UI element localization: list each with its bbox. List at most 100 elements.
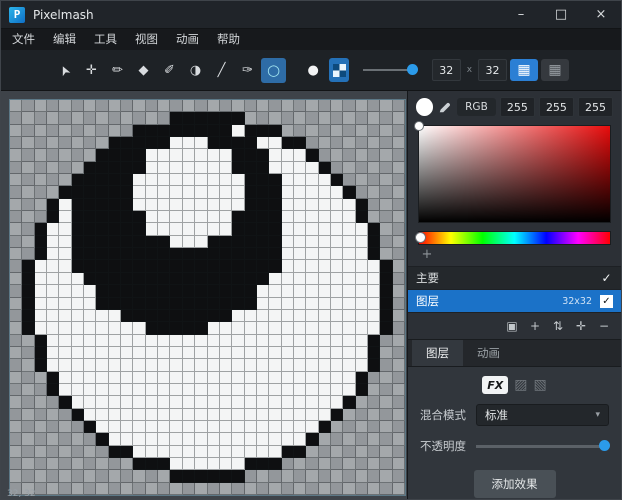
- pixel-cell[interactable]: [183, 186, 195, 198]
- pixel-cell[interactable]: [257, 211, 269, 223]
- pixel-cell[interactable]: [146, 186, 158, 198]
- pixel-cell[interactable]: [47, 199, 59, 211]
- pixel-cell[interactable]: [146, 433, 158, 445]
- pixel-cell[interactable]: [22, 470, 34, 482]
- pixel-cell[interactable]: [22, 100, 34, 112]
- pixel-cell[interactable]: [356, 372, 368, 384]
- pixel-cell[interactable]: [257, 248, 269, 260]
- pixel-cell[interactable]: [208, 137, 220, 149]
- pixel-cell[interactable]: [121, 236, 133, 248]
- pixel-cell[interactable]: [294, 236, 306, 248]
- pixel-cell[interactable]: [306, 446, 318, 458]
- pixel-cell[interactable]: [331, 100, 343, 112]
- pixel-cell[interactable]: [232, 149, 244, 161]
- pixel-cell[interactable]: [84, 483, 96, 495]
- menu-item-5[interactable]: 帮助: [208, 29, 249, 50]
- pixel-cell[interactable]: [35, 483, 47, 495]
- pixel-cell[interactable]: [306, 285, 318, 297]
- pixel-cell[interactable]: [319, 409, 331, 421]
- pixel-cell[interactable]: [232, 458, 244, 470]
- pixel-cell[interactable]: [72, 260, 84, 272]
- pixel-cell[interactable]: [35, 186, 47, 198]
- pixel-cell[interactable]: [109, 248, 121, 260]
- pixel-cell[interactable]: [121, 396, 133, 408]
- pixel-cell[interactable]: [368, 199, 380, 211]
- pixel-cell[interactable]: [331, 384, 343, 396]
- pixel-cell[interactable]: [368, 174, 380, 186]
- pixel-cell[interactable]: [109, 199, 121, 211]
- pixel-cell[interactable]: [220, 174, 232, 186]
- pixel-cell[interactable]: [47, 125, 59, 137]
- pixel-cell[interactable]: [269, 285, 281, 297]
- pixel-cell[interactable]: [331, 174, 343, 186]
- pixel-cell[interactable]: [121, 285, 133, 297]
- pixel-cell[interactable]: [10, 100, 22, 112]
- pixel-cell[interactable]: [170, 396, 182, 408]
- pixel-cell[interactable]: [343, 199, 355, 211]
- pixel-cell[interactable]: [133, 149, 145, 161]
- pixel-cell[interactable]: [306, 223, 318, 235]
- pixel-cell[interactable]: [282, 137, 294, 149]
- pixel-cell[interactable]: [170, 223, 182, 235]
- pixel-cell[interactable]: [368, 298, 380, 310]
- pixel-cell[interactable]: [96, 359, 108, 371]
- pixel-cell[interactable]: [47, 174, 59, 186]
- pixel-cell[interactable]: [158, 310, 170, 322]
- delete-layer-button[interactable]: −: [597, 319, 611, 333]
- saturation-value-picker[interactable]: [418, 125, 611, 223]
- pixel-cell[interactable]: [380, 384, 392, 396]
- pixel-cell[interactable]: [22, 112, 34, 124]
- pixel-cell[interactable]: [232, 372, 244, 384]
- pixel-cell[interactable]: [331, 421, 343, 433]
- pixel-cell[interactable]: [245, 322, 257, 334]
- pixel-cell[interactable]: [269, 335, 281, 347]
- pixel-cell[interactable]: [183, 322, 195, 334]
- pixel-cell[interactable]: [133, 470, 145, 482]
- menu-item-0[interactable]: 文件: [3, 29, 44, 50]
- pixel-cell[interactable]: [35, 199, 47, 211]
- pixel-cell[interactable]: [121, 223, 133, 235]
- pixel-cell[interactable]: [158, 446, 170, 458]
- pixel-cell[interactable]: [109, 285, 121, 297]
- pixel-cell[interactable]: [208, 335, 220, 347]
- pixel-cell[interactable]: [393, 137, 405, 149]
- opacity-thumb[interactable]: [599, 440, 610, 451]
- pixel-cell[interactable]: [170, 273, 182, 285]
- pixel-cell[interactable]: [208, 384, 220, 396]
- height-input[interactable]: 32: [478, 59, 507, 81]
- pixel-cell[interactable]: [109, 174, 121, 186]
- pixel-cell[interactable]: [368, 347, 380, 359]
- pixel-cell[interactable]: [84, 409, 96, 421]
- pixel-cell[interactable]: [208, 310, 220, 322]
- pixel-cell[interactable]: [146, 421, 158, 433]
- pixel-cell[interactable]: [232, 100, 244, 112]
- pixel-cell[interactable]: [368, 384, 380, 396]
- pixel-cell[interactable]: [121, 335, 133, 347]
- pixel-cell[interactable]: [59, 335, 71, 347]
- pixel-cell[interactable]: [368, 335, 380, 347]
- pixel-cell[interactable]: [294, 322, 306, 334]
- pixel-cell[interactable]: [393, 372, 405, 384]
- pixel-cell[interactable]: [22, 359, 34, 371]
- pixel-cell[interactable]: [72, 470, 84, 482]
- pixel-cell[interactable]: [183, 310, 195, 322]
- pixel-cell[interactable]: [146, 372, 158, 384]
- pixel-cell[interactable]: [109, 223, 121, 235]
- pixel-cell[interactable]: [109, 137, 121, 149]
- pixel-cell[interactable]: [294, 483, 306, 495]
- pixel-cell[interactable]: [195, 273, 207, 285]
- pixel-cell[interactable]: [158, 433, 170, 445]
- pixel-cell[interactable]: [269, 260, 281, 272]
- pixel-cell[interactable]: [96, 273, 108, 285]
- pixel-cell[interactable]: [220, 285, 232, 297]
- pixel-cell[interactable]: [47, 310, 59, 322]
- pixel-cell[interactable]: [35, 384, 47, 396]
- pixel-cell[interactable]: [10, 174, 22, 186]
- pixel-cell[interactable]: [183, 347, 195, 359]
- pixel-cell[interactable]: [356, 396, 368, 408]
- pixel-cell[interactable]: [59, 236, 71, 248]
- pixel-cell[interactable]: [121, 359, 133, 371]
- pixel-cell[interactable]: [47, 137, 59, 149]
- pixel-cell[interactable]: [195, 125, 207, 137]
- pixel-cell[interactable]: [170, 359, 182, 371]
